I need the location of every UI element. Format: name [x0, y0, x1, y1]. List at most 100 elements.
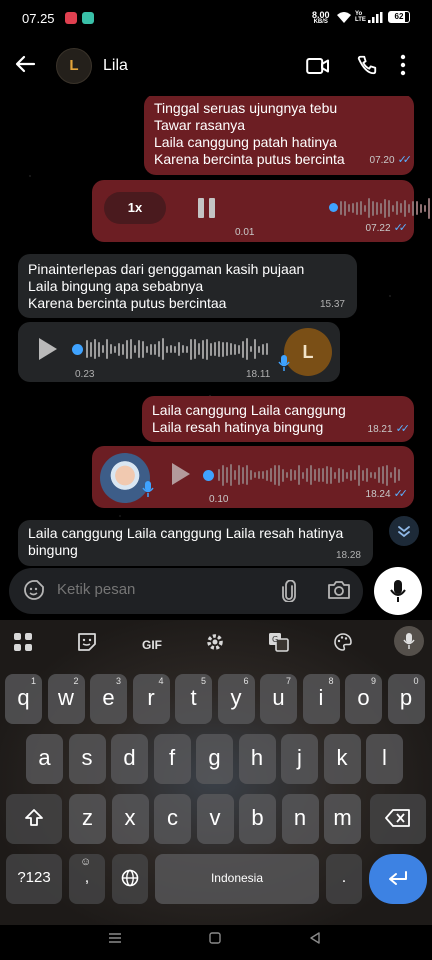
message-bubble-incoming[interactable]: Laila canggung Laila canggung Laila resa… [18, 520, 373, 566]
key-label: n [293, 805, 307, 830]
key-q[interactable]: q1 [5, 674, 42, 724]
waveform-bar [388, 199, 390, 217]
key-v[interactable]: v [196, 794, 234, 844]
back-icon[interactable] [308, 931, 322, 949]
symbols-key[interactable]: ?123 [6, 854, 62, 904]
key-w[interactable]: w2 [47, 674, 85, 724]
voice-waveform[interactable] [86, 337, 274, 361]
voice-progress-handle[interactable] [203, 470, 214, 481]
chat-messages[interactable]: Tinggal seruas ujungnya tebu Tawar rasan… [0, 96, 432, 566]
waveform-bar [162, 338, 164, 360]
voice-waveform[interactable] [218, 463, 404, 487]
voice-record-button[interactable] [374, 567, 422, 615]
shift-key[interactable] [6, 794, 62, 844]
gif-button[interactable]: GIF [136, 632, 168, 658]
grid-icon[interactable] [10, 632, 36, 658]
voice-progress-handle[interactable] [329, 203, 338, 212]
waveform-bar [214, 342, 216, 356]
key-t[interactable]: t5 [175, 674, 212, 724]
key-i[interactable]: i8 [302, 674, 340, 724]
message-bubble-outgoing[interactable]: Laila canggung Laila canggung Laila resa… [142, 396, 414, 442]
key-p[interactable]: p0 [387, 674, 425, 724]
key-m[interactable]: m [324, 794, 361, 844]
message-input[interactable] [57, 581, 247, 598]
key-g[interactable]: g [196, 734, 233, 784]
comma-key[interactable]: , ☺ [69, 854, 105, 904]
key-n[interactable]: n [281, 794, 319, 844]
voice-waveform[interactable] [340, 196, 432, 220]
voice-elapsed-time: 0.01 [235, 227, 255, 238]
waveform-bar [404, 199, 406, 217]
key-e[interactable]: e3 [90, 674, 127, 724]
message-time: 18.11 [246, 369, 271, 380]
key-k[interactable]: k [323, 734, 361, 784]
key-label: q [17, 685, 30, 710]
more-options-icon[interactable] [400, 54, 406, 81]
waveform-bar [198, 343, 200, 355]
enter-key[interactable] [369, 854, 427, 904]
sticker-icon[interactable] [74, 632, 100, 658]
waveform-bar [178, 342, 180, 356]
message-meta: 07.22 ✓✓ [366, 220, 409, 237]
voice-message-outgoing[interactable]: 0.10 18.24 ✓✓ [92, 446, 414, 508]
voice-progress-handle[interactable] [72, 344, 83, 355]
message-bubble-incoming[interactable]: Pinainterlepas dari genggaman kasih puja… [18, 254, 357, 318]
contact-name[interactable]: Lila [103, 57, 128, 75]
camera-icon[interactable] [327, 580, 351, 605]
message-time: 07.20 [369, 155, 395, 166]
key-u[interactable]: u7 [260, 674, 297, 724]
play-icon[interactable] [39, 338, 57, 360]
message-meta: 07.20 ✓✓ [369, 152, 413, 169]
video-call-icon[interactable] [306, 57, 330, 80]
key-j[interactable]: j [281, 734, 318, 784]
sender-avatar[interactable]: L [284, 328, 332, 376]
key-l[interactable]: l [366, 734, 403, 784]
palette-icon[interactable] [330, 632, 356, 658]
menu-icon[interactable] [108, 931, 122, 949]
home-icon[interactable] [208, 931, 222, 949]
sticker-emoji-icon[interactable] [23, 579, 45, 606]
waveform-bar [340, 201, 342, 215]
key-number-hint: 9 [370, 676, 376, 686]
language-key[interactable] [112, 854, 148, 904]
voice-message-incoming[interactable]: 0.23 18.11 L [18, 322, 340, 382]
waveform-bar [150, 343, 152, 355]
key-o[interactable]: o9 [345, 674, 382, 724]
key-z[interactable]: z [69, 794, 106, 844]
waveform-bar [238, 344, 240, 354]
playback-speed-button[interactable]: 1x [104, 192, 166, 224]
key-d[interactable]: d [111, 734, 148, 784]
key-b[interactable]: b [239, 794, 276, 844]
message-bubble-outgoing[interactable]: Tinggal seruas ujungnya tebu Tawar rasan… [144, 96, 414, 175]
space-key[interactable]: Indonesia [155, 854, 319, 904]
attach-icon[interactable] [281, 579, 297, 607]
voice-message-outgoing[interactable]: 1x 0.01 07.22 ✓✓ [92, 180, 430, 242]
key-x[interactable]: x [111, 794, 149, 844]
settings-icon[interactable] [202, 632, 228, 658]
waveform-bar [186, 345, 188, 353]
phone-call-icon[interactable] [356, 54, 378, 81]
key-a[interactable]: a [26, 734, 63, 784]
message-text: Pinainterlepas dari genggaman kasih puja… [28, 261, 305, 311]
key-s[interactable]: s [68, 734, 106, 784]
message-composer [9, 568, 363, 614]
back-arrow-icon[interactable] [14, 53, 38, 79]
read-receipt-icon: ✓✓ [393, 488, 409, 500]
scroll-to-bottom-button[interactable] [389, 516, 419, 546]
play-icon[interactable] [172, 463, 190, 485]
backspace-key[interactable] [370, 794, 426, 844]
key-number-hint: 2 [73, 676, 79, 686]
keyboard-voice-input-icon[interactable] [394, 626, 424, 656]
key-number-hint: 6 [243, 676, 249, 686]
pause-icon[interactable] [198, 198, 215, 218]
key-y[interactable]: y6 [217, 674, 255, 724]
key-label: u [272, 685, 285, 710]
contact-avatar[interactable]: L [56, 48, 92, 84]
translate-icon[interactable]: G [266, 632, 292, 658]
key-c[interactable]: c [154, 794, 191, 844]
key-r[interactable]: r4 [132, 674, 170, 724]
key-h[interactable]: h [238, 734, 276, 784]
period-key[interactable]: . [326, 854, 362, 904]
waveform-bar [182, 345, 184, 353]
key-f[interactable]: f [153, 734, 191, 784]
